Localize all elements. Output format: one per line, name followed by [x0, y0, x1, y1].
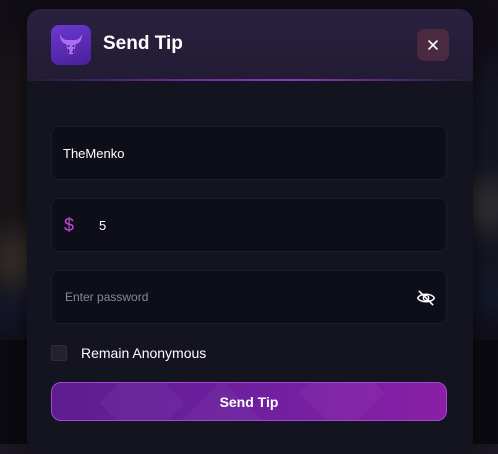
close-icon	[428, 40, 438, 50]
eye-off-icon[interactable]	[416, 288, 436, 308]
modal-title: Send Tip	[103, 33, 183, 54]
dollar-icon: $	[64, 214, 75, 235]
modal-header: Send Tip	[27, 9, 473, 81]
username-field[interactable]: TheMenko	[51, 126, 447, 180]
amount-field[interactable]: $ 5	[51, 198, 447, 252]
send-tip-modal: Send Tip TheMenko $ 5 Remain Anonymous S…	[27, 9, 473, 454]
remain-anonymous-checkbox[interactable]	[51, 345, 67, 361]
remain-anonymous-label: Remain Anonymous	[81, 345, 207, 361]
username-value: TheMenko	[63, 145, 125, 161]
send-tip-button[interactable]: Send Tip	[51, 382, 447, 421]
password-field	[51, 270, 447, 324]
amount-value: 5	[99, 217, 107, 233]
remain-anonymous-option[interactable]: Remain Anonymous	[51, 345, 206, 361]
send-tip-label: Send Tip	[219, 393, 279, 410]
bull-logo-icon	[51, 25, 91, 65]
password-input[interactable]	[63, 289, 387, 305]
close-button[interactable]	[417, 29, 449, 61]
